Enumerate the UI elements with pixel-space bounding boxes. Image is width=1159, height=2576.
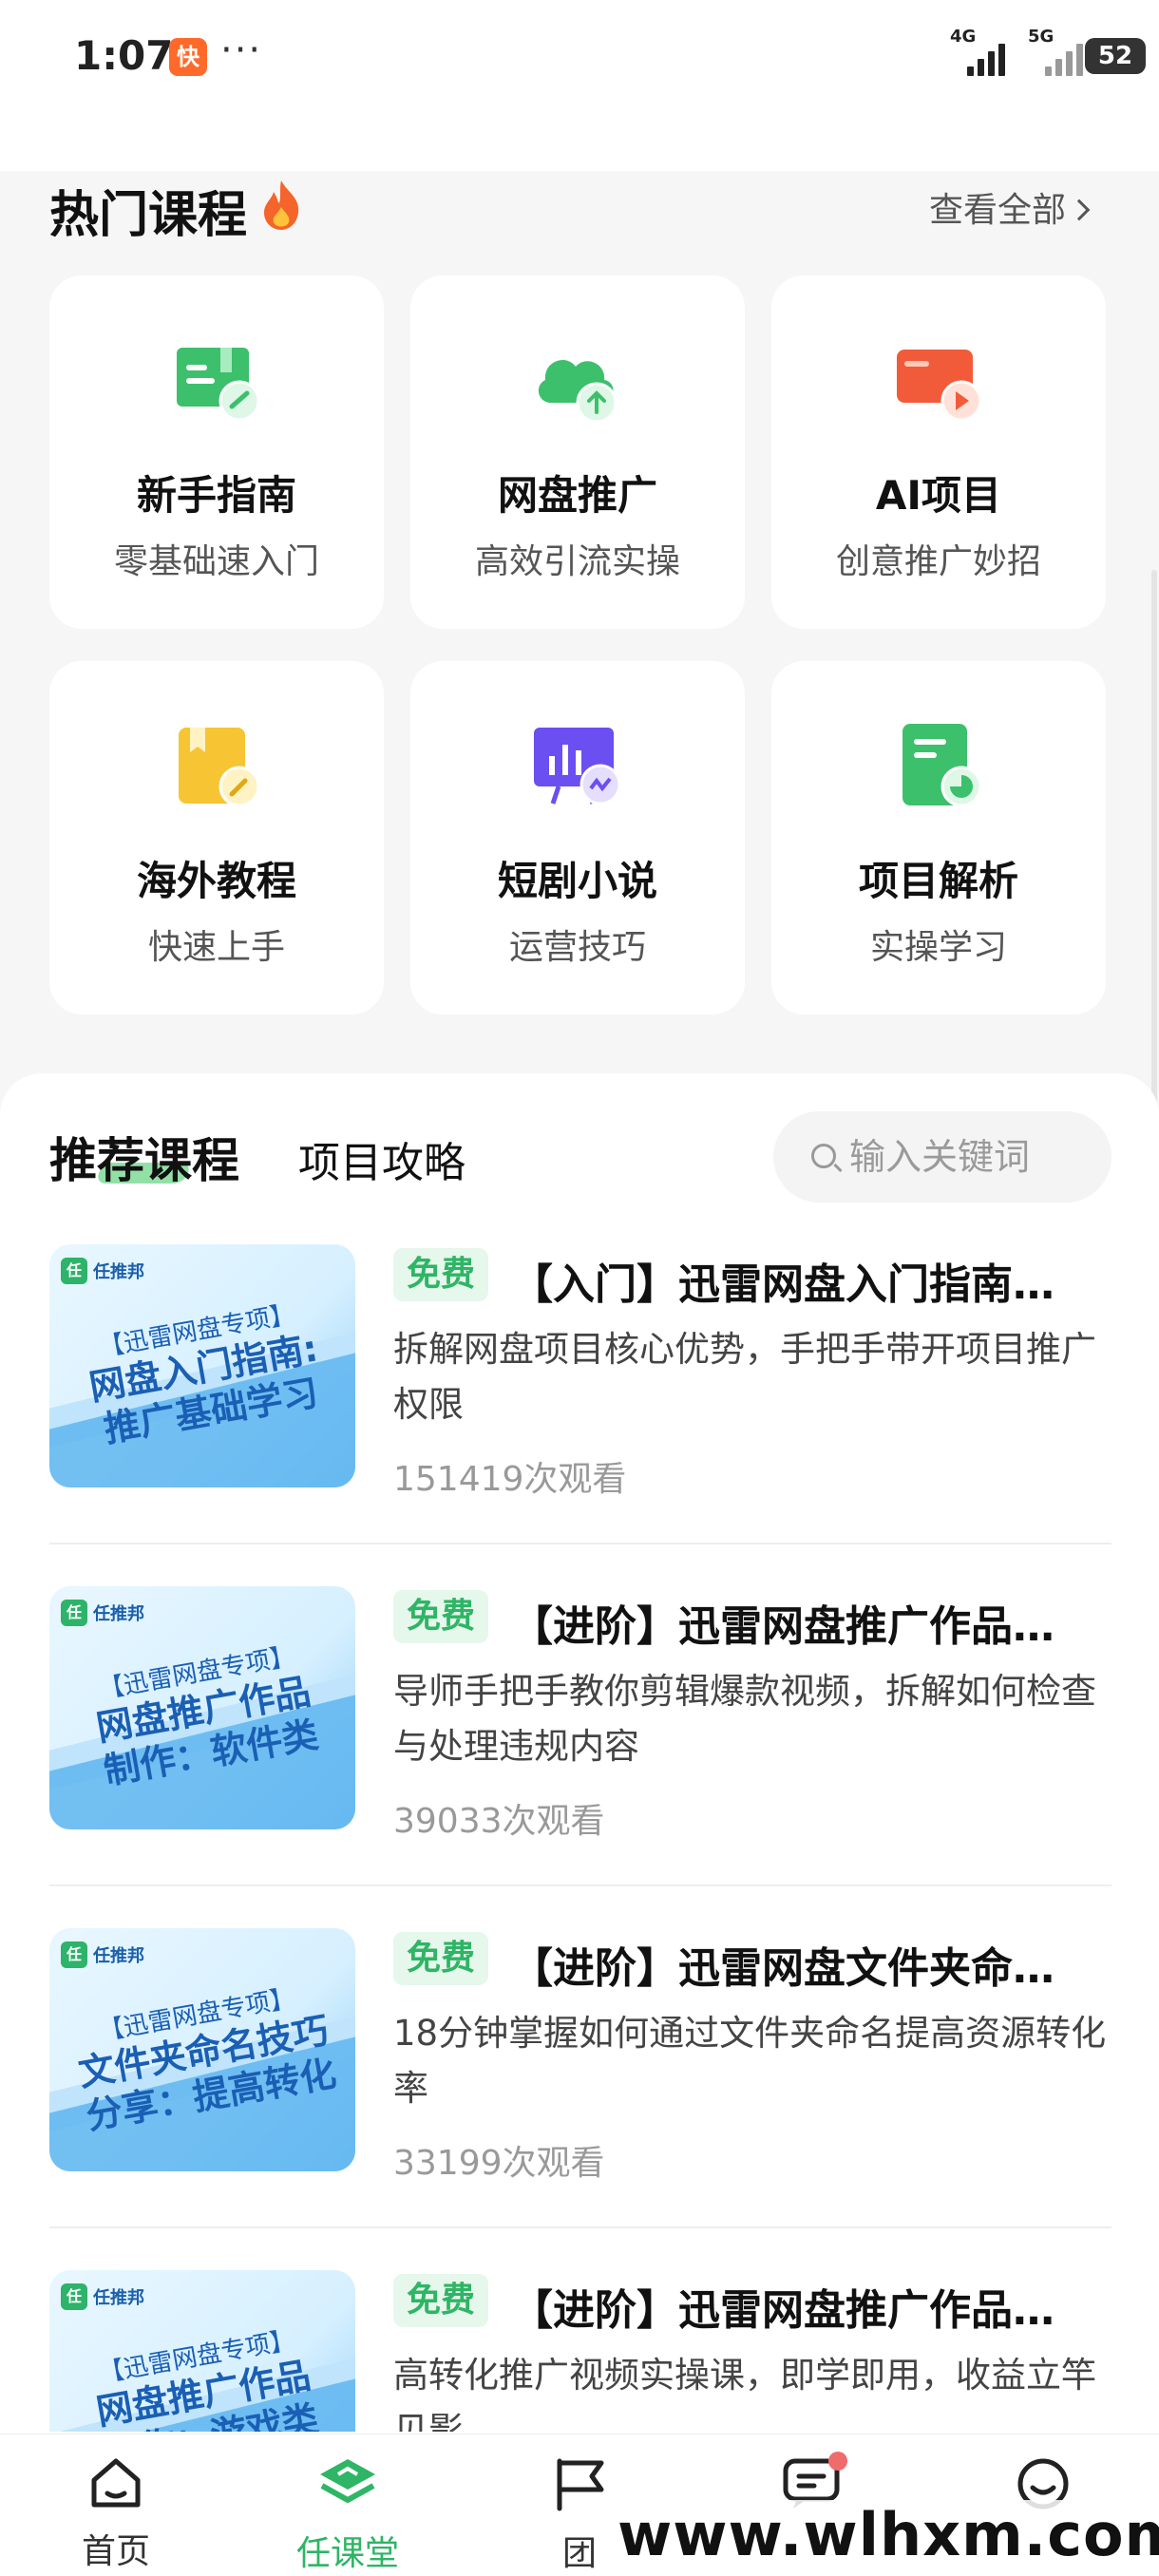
- course-desc: 高转化推广视频实操课，即学即用，收益立竿见影: [393, 2355, 1096, 2432]
- app-notification-icon: 快: [169, 38, 207, 76]
- battery-icon: 52: [1085, 38, 1146, 74]
- thumb-logo: 任推邦: [93, 1604, 144, 1624]
- course-desc: 18分钟掌握如何通过文件夹命名提高资源转化率: [393, 2013, 1107, 2109]
- card-subtitle: 高效引流实操: [474, 542, 680, 581]
- video-play-icon: [897, 350, 982, 422]
- view-count: 39033次观看: [393, 1802, 605, 1841]
- signal-4g-icon: [967, 38, 1005, 76]
- course-title: 【入门】迅雷网盘入门指南…: [511, 1260, 1054, 1309]
- course-card-guide[interactable]: 新手指南 零基础速入门: [49, 275, 384, 629]
- header-spacer: [0, 123, 1159, 171]
- free-badge: 免费: [393, 2274, 488, 2327]
- course-thumbnail: 任任推邦 【迅雷网盘专项】 网盘入门指南: 推广基础学习: [49, 1244, 355, 1487]
- thumb-logo: 任推邦: [93, 1946, 144, 1966]
- divider: [49, 1885, 1112, 1886]
- list-item[interactable]: 任任推邦 【迅雷网盘专项】网盘推广作品制作：游戏类 免费 【进阶】迅雷网盘推广作…: [49, 2270, 1112, 2432]
- status-bar: 1:07 快 ··· 4G 5G: [0, 0, 1159, 123]
- card-title: 网盘推广: [497, 472, 657, 519]
- search-input[interactable]: [849, 1128, 1096, 1185]
- course-desc: 拆解网盘项目核心优势，手把手带开项目推广权限: [393, 1329, 1096, 1425]
- card-subtitle: 实操学习: [869, 928, 1007, 967]
- card-title: 海外教程: [136, 858, 296, 904]
- free-badge: 免费: [393, 1248, 488, 1301]
- view-count: 151419次观看: [393, 1460, 627, 1499]
- divider: [49, 2226, 1112, 2228]
- free-badge: 免费: [393, 1932, 488, 1985]
- card-subtitle: 创意推广妙招: [835, 542, 1041, 581]
- card-title: 短剧小说: [497, 858, 657, 904]
- watermark: www.wlhxm.com: [608, 2500, 1159, 2569]
- view-count: 33199次观看: [393, 2144, 605, 2183]
- flame-icon: [264, 180, 299, 230]
- course-thumbnail: 任任推邦 【迅雷网盘专项】网盘推广作品制作：游戏类: [49, 2270, 355, 2432]
- card-subtitle: 运营技巧: [508, 928, 646, 967]
- see-all-label: 查看全部: [929, 191, 1067, 230]
- course-card-ai[interactable]: AI项目 创意推广妙招: [771, 275, 1106, 629]
- layers-icon: [320, 2459, 375, 2503]
- course-title: 【进阶】迅雷网盘推广作品…: [511, 1602, 1054, 1651]
- course-thumbnail: 任任推邦 【迅雷网盘专项】 网盘推广作品 制作：软件类: [49, 1586, 355, 1829]
- nav-home[interactable]: 首页: [40, 2455, 192, 2573]
- nav-classroom[interactable]: 任课堂: [272, 2455, 424, 2575]
- course-card-analysis[interactable]: 项目解析 实操学习: [771, 661, 1106, 1014]
- course-desc: 导师手把手教你剪辑爆款视频，拆解如何检查与处理违规内容: [393, 1671, 1096, 1767]
- free-badge: 免费: [393, 1590, 488, 1643]
- card-title: AI项目: [875, 472, 1002, 519]
- search-box[interactable]: [773, 1111, 1112, 1203]
- divider: [49, 1543, 1112, 1544]
- course-card-netdisk[interactable]: 网盘推广 高效引流实操: [410, 275, 745, 629]
- card-subtitle: 快速上手: [147, 928, 285, 967]
- signal-5g-icon: [1045, 38, 1083, 76]
- unread-dot: [828, 2452, 847, 2471]
- course-thumbnail: 任任推邦 【迅雷网盘专项】 文件夹命名技巧 分享：提高转化: [49, 1928, 355, 2171]
- card-title: 项目解析: [858, 858, 1018, 904]
- status-time: 1:07: [74, 32, 174, 79]
- more-notifications-icon: ···: [220, 28, 263, 72]
- hot-courses-title: 热门课程: [49, 187, 248, 244]
- list-item[interactable]: 任任推邦 【迅雷网盘专项】 文件夹命名技巧 分享：提高转化 免费 【进阶】迅雷网盘文…: [49, 1928, 1112, 2251]
- flag-icon: [557, 2458, 604, 2511]
- course-title: 【进阶】迅雷网盘文件夹命…: [511, 1944, 1054, 1993]
- presentation-chart-icon: [534, 728, 621, 805]
- thumb-logo: 任推邦: [93, 2288, 144, 2308]
- tab-recommended[interactable]: 推荐课程: [49, 1123, 239, 1191]
- thumb-logo: 任推邦: [93, 1262, 144, 1282]
- nav-label: 任课堂: [295, 2534, 399, 2573]
- card-subtitle: 零基础速入门: [113, 542, 319, 581]
- tab-project-guide[interactable]: 项目攻略: [298, 1128, 466, 1189]
- bookmark-edit-icon: [179, 728, 260, 807]
- list-item[interactable]: 任任推邦 【迅雷网盘专项】 网盘推广作品 制作：软件类 免费 【进阶】迅雷网盘推广作…: [49, 1586, 1112, 1909]
- card-title: 新手指南: [136, 472, 296, 519]
- course-card-overseas[interactable]: 海外教程 快速上手: [49, 661, 384, 1014]
- cloud-upload-icon: [538, 359, 618, 424]
- course-title: 【进阶】迅雷网盘推广作品…: [511, 2286, 1054, 2335]
- course-card-drama[interactable]: 短剧小说 运营技巧: [410, 661, 745, 1014]
- book-guide-icon: [177, 348, 260, 422]
- document-chart-icon: [902, 724, 982, 807]
- search-icon: [811, 1144, 836, 1168]
- home-icon: [91, 2458, 141, 2508]
- nav-label: 首页: [81, 2532, 150, 2571]
- see-all-link[interactable]: 查看全部: [929, 182, 1091, 232]
- list-item[interactable]: 任任推邦 【迅雷网盘专项】 网盘入门指南: 推广基础学习 免费 【入门】迅雷网盘入门…: [49, 1244, 1112, 1567]
- chevron-right-icon: [1068, 199, 1091, 221]
